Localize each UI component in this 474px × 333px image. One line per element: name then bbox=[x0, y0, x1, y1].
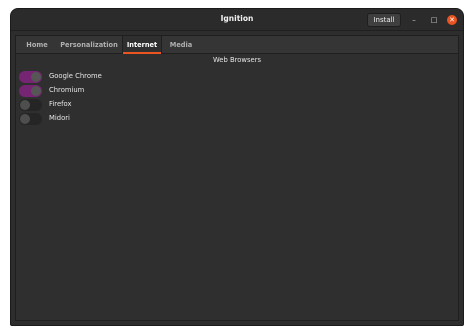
toggle-knob bbox=[31, 86, 41, 96]
maximize-icon[interactable]: □ bbox=[429, 15, 439, 25]
install-button[interactable]: Install bbox=[367, 13, 401, 27]
toggle-switch-google-chrome[interactable] bbox=[19, 71, 42, 83]
toggle-switch-midori[interactable] bbox=[19, 113, 42, 125]
tab-media[interactable]: Media bbox=[166, 36, 196, 54]
minimize-icon[interactable]: – bbox=[409, 15, 419, 25]
notebook: Home Personalization Internet Media Web … bbox=[15, 35, 459, 321]
toggle-knob bbox=[31, 72, 41, 82]
header-bar: Ignition Install – □ ✕ bbox=[11, 9, 463, 31]
tab-personalization[interactable]: Personalization bbox=[58, 36, 120, 54]
app-window: Ignition Install – □ ✕ Home Personalizat… bbox=[10, 8, 464, 326]
toggle-knob bbox=[20, 114, 30, 124]
item-label: Google Chrome bbox=[49, 72, 102, 80]
tab-home[interactable]: Home bbox=[20, 36, 54, 54]
tab-bar: Home Personalization Internet Media bbox=[16, 36, 458, 54]
item-label: Firefox bbox=[49, 100, 72, 108]
close-icon[interactable]: ✕ bbox=[447, 15, 457, 25]
item-label: Midori bbox=[49, 114, 70, 122]
section-title: Web Browsers bbox=[212, 56, 262, 64]
toggle-knob bbox=[20, 100, 30, 110]
tab-internet[interactable]: Internet bbox=[122, 36, 162, 54]
toggle-switch-chromium[interactable] bbox=[19, 85, 42, 97]
item-label: Chromium bbox=[49, 86, 85, 94]
toggle-switch-firefox[interactable] bbox=[19, 99, 42, 111]
